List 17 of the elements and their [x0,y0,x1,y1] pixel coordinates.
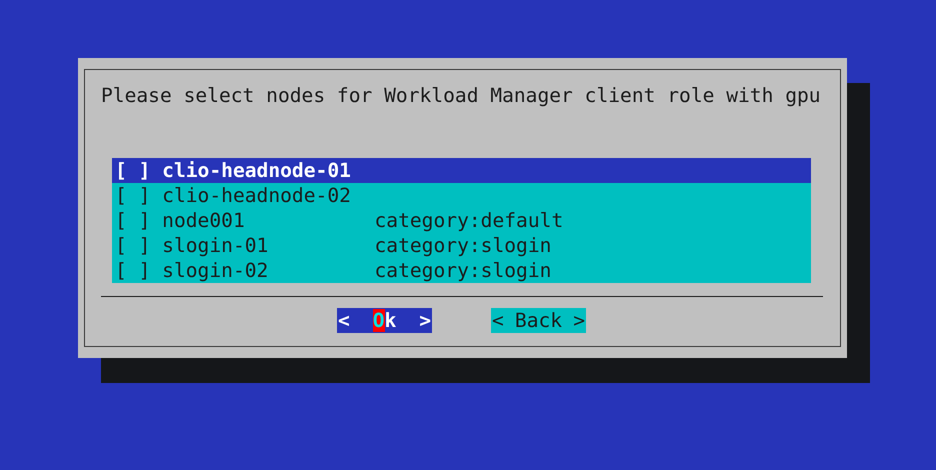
node-category: category:slogin [374,258,552,283]
node-name: clio-headnode-02 [162,183,352,208]
checkbox[interactable]: [ ] [115,183,162,208]
node-name: clio-headnode-01 [162,158,352,183]
checkbox[interactable]: [ ] [115,158,162,183]
list-item[interactable]: [ ] clio-headnode-01 [112,158,811,183]
node-name: slogin-01 [162,233,270,258]
node-name: slogin-02 [162,258,270,283]
dialog-button[interactable]: < Ok > [337,308,432,333]
checkbox[interactable]: [ ] [115,233,162,258]
node-category: category:slogin [374,233,552,258]
node-name: node001 [162,208,246,233]
dialog-button[interactable]: < Back > [491,308,586,333]
checkbox[interactable]: [ ] [115,208,162,233]
checkbox[interactable]: [ ] [115,258,162,283]
node-category: category:default [374,208,564,233]
prompt-text: Please select nodes for Workload Manager client role with gpu [101,83,822,108]
